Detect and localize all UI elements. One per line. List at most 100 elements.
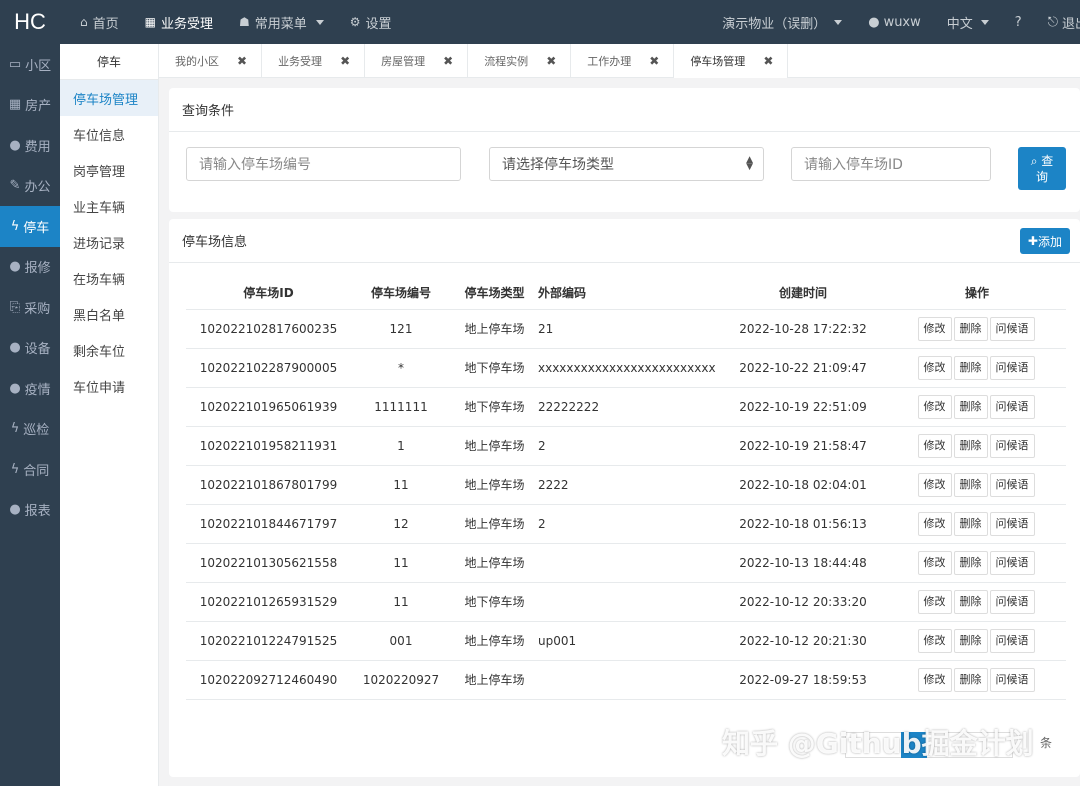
submenu-item-remaining-space[interactable]: 剩余车位	[60, 332, 158, 368]
greeting-button[interactable]: 问候语	[989, 511, 1035, 536]
cell-actions: 修改 删除 问候语	[888, 387, 1066, 427]
greeting-button[interactable]: 问候语	[989, 433, 1035, 458]
help-button[interactable]: ?	[1015, 15, 1022, 30]
tab-my-community[interactable]: 我的小区 ✖	[159, 44, 263, 78]
language-selector[interactable]: 中文	[947, 13, 989, 32]
tab-work[interactable]: 工作办理 ✖	[571, 44, 675, 78]
greeting-button[interactable]: 问候语	[989, 355, 1035, 380]
edit-button[interactable]: 修改	[917, 472, 952, 497]
sidebar-item-property[interactable]: ▦ 房产	[0, 85, 60, 126]
submenu-item-black-white-list[interactable]: 黑白名单	[60, 296, 158, 332]
tab-parking-lot[interactable]: 停车场管理 ✖	[674, 44, 789, 78]
top-navbar: HC ⌂ 首页 ▦ 业务受理 ☗ 常用菜单 ⚙ 设置 演示物业（误删） ● wuxw 中文…	[0, 0, 1080, 44]
delete-button[interactable]: 删除	[953, 316, 988, 341]
greeting-button[interactable]: 问候语	[989, 667, 1035, 692]
sidebar-item-fee[interactable]: ● 费用	[0, 125, 60, 166]
parking-lot-table: 停车场ID 停车场编号 停车场类型 外部编码 创建时间 操作 102022102…	[186, 276, 1066, 700]
query-panel-title: 查询条件	[169, 88, 1080, 132]
submenu-item-entry-record[interactable]: 进场记录	[60, 224, 158, 260]
edit-button[interactable]: 修改	[917, 511, 952, 536]
submenu-item-booth[interactable]: 岗亭管理	[60, 152, 158, 188]
user-menu[interactable]: ● wuxw	[868, 15, 921, 30]
close-icon[interactable]: ✖	[340, 54, 350, 68]
close-icon[interactable]: ✖	[443, 54, 453, 68]
sidebar-item-contract[interactable]: ϟ 合同	[0, 449, 60, 490]
edit-button[interactable]: 修改	[917, 550, 952, 575]
sidebar-item-office[interactable]: ✎ 办公	[0, 166, 60, 207]
greeting-button[interactable]: 问候语	[989, 316, 1035, 341]
cell-number: 11	[351, 582, 451, 622]
nav-settings[interactable]: ⚙ 设置	[350, 13, 392, 32]
submenu-item-owner-car[interactable]: 业主车辆	[60, 188, 158, 224]
sidebar-item-inspection[interactable]: ϟ 巡检	[0, 409, 60, 450]
edit-button[interactable]: 修改	[917, 316, 952, 341]
sidebar-item-label: 房产	[25, 99, 52, 115]
parking-lot-type-select[interactable]: 请选择停车场类型 ▲ ▼	[489, 147, 764, 181]
parking-lot-number-input[interactable]: 请输入停车场编号	[186, 147, 461, 181]
laptop-icon: ▭	[8, 56, 22, 72]
community-selector[interactable]: 演示物业（误删）	[722, 13, 843, 32]
delete-button[interactable]: 删除	[953, 433, 988, 458]
edit-button[interactable]: 修改	[917, 433, 952, 458]
logout-button[interactable]: ⎋退出	[1048, 13, 1080, 32]
sidebar-item-device[interactable]: ● 设备	[0, 328, 60, 369]
edit-button[interactable]: 修改	[917, 667, 952, 692]
close-icon[interactable]: ✖	[237, 54, 247, 68]
cell-actions: 修改 删除 问候语	[888, 543, 1066, 583]
table-row: 102022102817600235 121 地上停车场 21 2022-10-28 1…	[186, 309, 1066, 349]
greeting-button[interactable]: 问候语	[989, 550, 1035, 575]
sidebar-item-repair[interactable]: ● 报修	[0, 247, 60, 288]
delete-button[interactable]: 删除	[953, 511, 988, 536]
submenu-item-space-apply[interactable]: 车位申请	[60, 368, 158, 404]
delete-button[interactable]: 删除	[953, 628, 988, 653]
edit-button[interactable]: 修改	[917, 355, 952, 380]
greeting-button[interactable]: 问候语	[989, 394, 1035, 419]
cell-created-time: 2022-10-19 21:58:47	[718, 426, 888, 466]
delete-button[interactable]: 删除	[953, 667, 988, 692]
greeting-button[interactable]: 问候语	[989, 472, 1035, 497]
parking-lot-id-input[interactable]: 请输入停车场ID	[791, 147, 991, 181]
tab-house[interactable]: 房屋管理 ✖	[365, 44, 469, 78]
sidebar-item-purchase[interactable]: ⎘ 采购	[0, 287, 60, 328]
tab-flow[interactable]: 流程实例 ✖	[468, 44, 572, 78]
sidebar-item-report[interactable]: ● 报表	[0, 490, 60, 531]
info-panel-title: 停车场信息	[169, 219, 1080, 263]
chevron-down-icon	[315, 19, 324, 25]
nav-business[interactable]: ▦ 业务受理	[145, 13, 213, 32]
sitemap-icon: ☗	[239, 15, 250, 29]
search-button[interactable]: ⌕ 查 询	[1018, 147, 1066, 190]
app-logo[interactable]: HC	[0, 9, 60, 35]
close-icon[interactable]: ✖	[649, 54, 659, 68]
cell-type: 地上停车场	[451, 465, 538, 505]
edit-button[interactable]: 修改	[917, 394, 952, 419]
submenu-item-space-info[interactable]: 车位信息	[60, 116, 158, 152]
add-button[interactable]: ✚ 添加	[1019, 228, 1070, 254]
sidebar-item-parking[interactable]: ϟ 停车	[0, 206, 60, 247]
delete-button[interactable]: 删除	[953, 355, 988, 380]
close-icon[interactable]: ✖	[763, 54, 773, 68]
sidebar-item-epidemic[interactable]: ● 疫情	[0, 368, 60, 409]
edit-button[interactable]: 修改	[917, 589, 952, 614]
submenu-item-in-lot-car[interactable]: 在场车辆	[60, 260, 158, 296]
chevron-down-icon	[834, 19, 843, 25]
sidebar-item-community[interactable]: ▭ 小区	[0, 44, 60, 85]
col-actions: 操作	[888, 276, 1066, 310]
nav-business-label: 业务受理	[160, 16, 213, 32]
delete-button[interactable]: 删除	[953, 550, 988, 575]
greeting-button[interactable]: 问候语	[989, 589, 1035, 614]
nav-home[interactable]: ⌂ 首页	[80, 13, 119, 32]
table-row: 102022102287900005 * 地下停车场 xxxxxxxxxxxxxxxx…	[186, 348, 1066, 388]
cell-created-time: 2022-10-12 20:21:30	[718, 621, 888, 661]
close-icon[interactable]: ✖	[546, 54, 556, 68]
table-row: 102022092712460490 1020220927 地上停车场 2022-09…	[186, 660, 1066, 700]
parking-lot-info-panel: 停车场信息 ✚ 添加 停车场ID 停车场编号 停车场类型 外部编码 创建时间 操作…	[169, 219, 1080, 777]
delete-button[interactable]: 删除	[953, 472, 988, 497]
greeting-button[interactable]: 问候语	[989, 628, 1035, 653]
tab-business[interactable]: 业务受理 ✖	[262, 44, 366, 78]
delete-button[interactable]: 删除	[953, 589, 988, 614]
submenu-item-parking-lot-management[interactable]: 停车场管理	[60, 80, 158, 116]
nav-common-menu[interactable]: ☗ 常用菜单	[239, 13, 324, 32]
cell-type: 地下停车场	[451, 582, 538, 622]
edit-button[interactable]: 修改	[917, 628, 952, 653]
delete-button[interactable]: 删除	[953, 394, 988, 419]
